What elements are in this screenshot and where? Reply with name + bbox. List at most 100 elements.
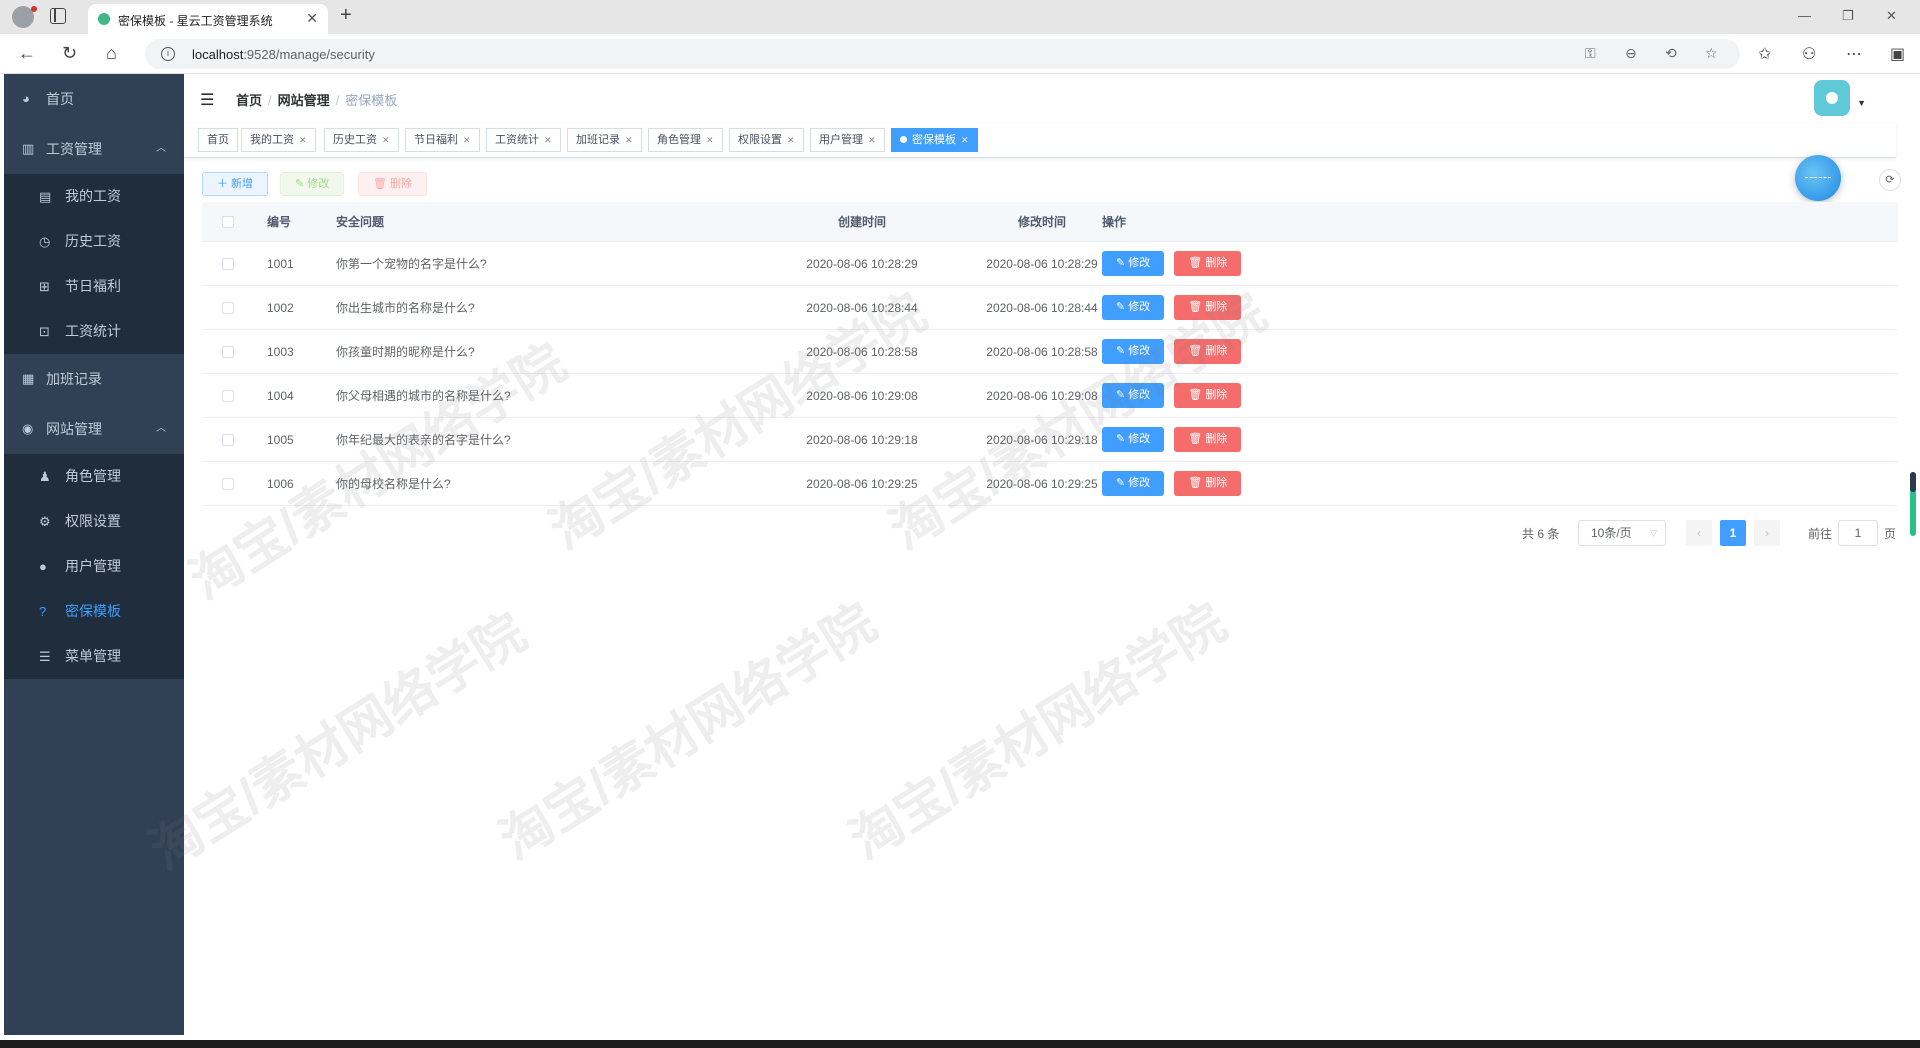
extensions-icon[interactable]: ⚇	[1802, 44, 1816, 64]
cell-id: 1001	[267, 256, 294, 271]
favorite-star-icon[interactable]: ☆	[1705, 45, 1718, 62]
sidebar-item-permissions[interactable]: ⚙ 权限设置	[4, 499, 184, 544]
breadcrumb-site-management[interactable]: 网站管理	[278, 93, 330, 108]
row-checkbox[interactable]	[222, 418, 234, 461]
hamburger-icon[interactable]: ☰	[200, 90, 214, 110]
url-field[interactable]: i localhost:9528/manage/security ⚿ ⊖ ⟲ ☆	[145, 39, 1740, 69]
tag-overtime[interactable]: 加班记录 ✕	[567, 128, 642, 152]
cell-id: 1006	[267, 476, 294, 491]
row-checkbox[interactable]	[222, 242, 234, 285]
sidebar-item-role-management[interactable]: ♟ 角色管理	[4, 454, 184, 499]
row-delete-button[interactable]: 🗑 删除	[1174, 295, 1242, 320]
table-header: 编号 安全问题 创建时间 修改时间 操作	[202, 202, 1898, 242]
translate-icon[interactable]: ⟲	[1665, 45, 1677, 62]
breadcrumb-separator: /	[335, 93, 340, 108]
zoom-out-icon[interactable]: ⊖	[1625, 45, 1637, 62]
chevron-up-icon: ︿	[156, 423, 166, 434]
refresh-icon[interactable]: ⟳	[1879, 169, 1901, 191]
close-icon: ✕	[868, 135, 876, 145]
sidebar-item-menu-management[interactable]: ☰ 菜单管理	[4, 634, 184, 679]
taskbar-strip	[0, 1040, 1920, 1048]
row-checkbox[interactable]	[222, 374, 234, 417]
sidebar-item-history-salary[interactable]: ◷ 历史工资	[4, 219, 184, 264]
select-all-checkbox[interactable]	[222, 202, 234, 241]
sidebar-item-holiday-benefits[interactable]: ⊞ 节日福利	[4, 264, 184, 309]
row-edit-button[interactable]: ✎ 修改	[1102, 251, 1165, 276]
sidebar-item-label: 用户管理	[65, 558, 121, 574]
add-button[interactable]: ＋ 新增	[202, 172, 269, 196]
sidebar-toggle-icon[interactable]: ▣	[1890, 44, 1905, 64]
delete-button-disabled[interactable]: 🗑 删除	[358, 172, 428, 196]
tag-history-salary[interactable]: 历史工资 ✕	[324, 128, 399, 152]
row-checkbox[interactable]	[222, 462, 234, 505]
edit-button-disabled[interactable]: ✎ 修改	[280, 172, 345, 196]
table-row: 1002 你出生城市的名称是什么? 2020-08-06 10:28:44 2020-…	[202, 286, 1898, 330]
sidebar-item-salary-stats[interactable]: ⊡ 工资统计	[4, 309, 184, 354]
sidebar-item-user-management[interactable]: ● 用户管理	[4, 544, 184, 589]
minimize-icon[interactable]: —	[1798, 8, 1811, 23]
tag-holiday-benefits[interactable]: 节日福利 ✕	[405, 128, 480, 152]
sidebar-item-label: 角色管理	[65, 468, 121, 484]
prev-page-icon[interactable]: ‹	[1686, 520, 1712, 546]
tag-user-management[interactable]: 用户管理 ✕	[810, 128, 885, 152]
scrollbar-thumb[interactable]	[1910, 472, 1916, 536]
cell-id: 1004	[267, 388, 294, 403]
row-delete-button[interactable]: 🗑 删除	[1174, 251, 1242, 276]
close-icon: ✕	[544, 135, 552, 145]
sidebar-item-salary-management[interactable]: ▥ 工资管理 ︿	[4, 124, 184, 174]
chevron-down-icon: ▽	[1650, 528, 1657, 538]
caret-down-icon[interactable]: ▼	[1857, 98, 1866, 108]
row-edit-button[interactable]: ✎ 修改	[1102, 383, 1165, 408]
sidebar-item-overtime[interactable]: ▦ 加班记录	[4, 354, 184, 404]
breadcrumb-home[interactable]: 首页	[236, 93, 262, 108]
users-icon: ♟	[39, 469, 51, 484]
tab-actions-icon[interactable]	[50, 8, 66, 24]
tag-home[interactable]: 首页	[198, 128, 238, 152]
tag-role-management[interactable]: 角色管理 ✕	[648, 128, 723, 152]
page-size-select[interactable]: 10条/页 ▽	[1578, 520, 1666, 546]
row-delete-button[interactable]: 🗑 删除	[1174, 471, 1242, 496]
home-icon[interactable]: ⌂	[106, 43, 117, 64]
row-delete-button[interactable]: 🗑 删除	[1174, 427, 1242, 452]
sidebar-item-security-template[interactable]: ? 密保模板	[4, 589, 184, 634]
row-edit-button[interactable]: ✎ 修改	[1102, 471, 1165, 496]
restore-icon[interactable]: ❐	[1842, 8, 1854, 24]
back-icon[interactable]: ←	[18, 43, 36, 64]
tag-salary-stats[interactable]: 工资统计 ✕	[486, 128, 561, 152]
next-page-icon[interactable]: ›	[1754, 520, 1780, 546]
reload-icon[interactable]: ↻	[62, 43, 77, 64]
row-edit-button[interactable]: ✎ 修改	[1102, 339, 1165, 364]
question-icon: ?	[39, 604, 47, 619]
sidebar-item-label: 密保模板	[65, 603, 121, 619]
wallet-icon: ▤	[39, 189, 52, 204]
browser-tab-title: 密保模板 - 星云工资管理系统	[118, 14, 273, 28]
user-avatar[interactable]	[1814, 80, 1850, 116]
floating-assistant-ball[interactable]	[1795, 155, 1841, 201]
browser-tab[interactable]: 密保模板 - 星云工资管理系统 ✕	[88, 4, 328, 34]
profile-avatar-icon[interactable]	[12, 6, 37, 28]
row-edit-button[interactable]: ✎ 修改	[1102, 427, 1165, 452]
key-icon[interactable]: ⚿	[1585, 45, 1596, 62]
goto-page-input[interactable]: 1	[1838, 520, 1878, 546]
row-edit-button[interactable]: ✎ 修改	[1102, 295, 1165, 320]
close-tab-icon[interactable]: ✕	[306, 10, 318, 27]
row-delete-button[interactable]: 🗑 删除	[1174, 339, 1242, 364]
new-tab-icon[interactable]: +	[340, 4, 352, 27]
sidebar-item-site-management[interactable]: ◉ 网站管理 ︿	[4, 404, 184, 454]
tag-security-template[interactable]: 密保模板 ✕	[891, 128, 978, 152]
row-checkbox[interactable]	[222, 286, 234, 329]
tag-permissions[interactable]: 权限设置 ✕	[729, 128, 804, 152]
pagination-total: 共 6 条	[1522, 527, 1560, 541]
sidebar-item-my-salary[interactable]: ▤ 我的工资	[4, 174, 184, 219]
row-checkbox[interactable]	[222, 330, 234, 373]
tag-my-salary[interactable]: 我的工资 ✕	[241, 128, 316, 152]
page-number[interactable]: 1	[1720, 520, 1746, 546]
favorites-icon[interactable]: ✩	[1758, 44, 1771, 64]
more-menu-icon[interactable]: ⋯	[1846, 44, 1862, 64]
site-info-icon[interactable]: i	[161, 47, 175, 61]
close-window-icon[interactable]: ✕	[1886, 8, 1897, 24]
sidebar-item-home[interactable]: ◕ 首页	[4, 74, 184, 124]
cell-ops: ✎ 修改 🗑 删除	[1102, 462, 1251, 505]
cell-ops: ✎ 修改 🗑 删除	[1102, 286, 1251, 329]
row-delete-button[interactable]: 🗑 删除	[1174, 383, 1242, 408]
